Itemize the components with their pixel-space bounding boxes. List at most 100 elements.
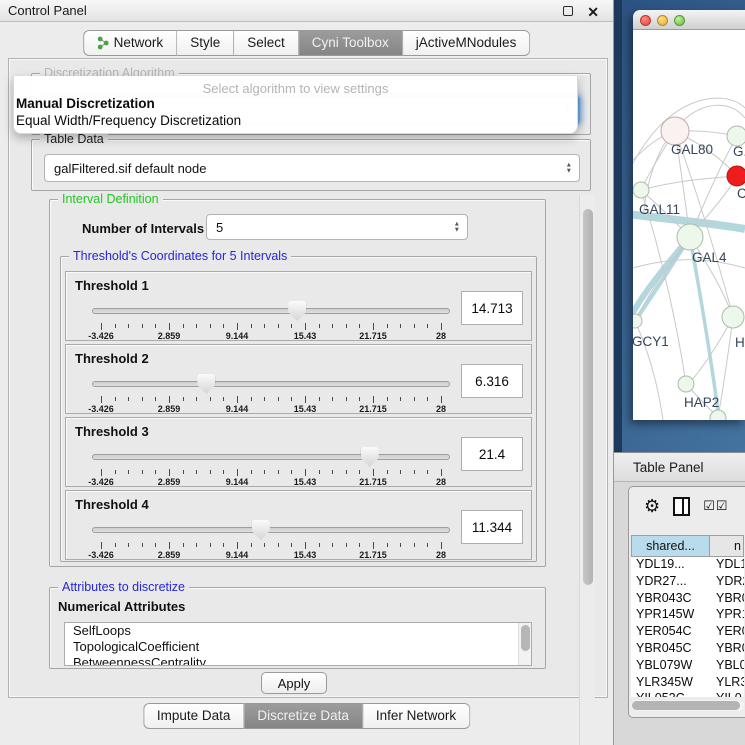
table-row[interactable]: YBR045CYBR0 (631, 641, 744, 658)
attribute-item[interactable]: BetweennessCentrality (65, 655, 531, 666)
slider-tick (115, 470, 116, 474)
column-header-name[interactable]: n (710, 535, 744, 557)
network-node[interactable] (727, 126, 745, 146)
slider-track[interactable] (92, 454, 450, 460)
slider-tick (237, 542, 238, 549)
float-window-icon[interactable] (563, 6, 573, 16)
zoom-traffic-light-icon[interactable] (674, 15, 685, 26)
threshold-value-field[interactable]: 21.4 (461, 437, 523, 471)
tab-impute-data[interactable]: Impute Data (143, 703, 245, 729)
slider-tick-label: 2.859 (147, 331, 191, 341)
tab-style[interactable]: Style (177, 30, 234, 56)
slider-tick (400, 543, 401, 547)
network-node[interactable] (678, 376, 694, 392)
network-node[interactable] (722, 306, 744, 328)
tab-network[interactable]: Network (83, 30, 178, 56)
slider-thumb[interactable] (361, 447, 379, 467)
tab-label: Network (114, 31, 164, 55)
slider-tick (196, 397, 197, 401)
minimize-traffic-light-icon[interactable] (657, 15, 668, 26)
slider-tick-label: 28 (419, 477, 463, 487)
slider-tick (169, 396, 170, 403)
slider-tick-label: 28 (419, 550, 463, 560)
table-row[interactable]: YIL052CYIL0 (631, 691, 744, 697)
panel-scrollbar-thumb[interactable] (583, 209, 593, 585)
attribute-item[interactable]: TopologicalCoefficient (65, 639, 531, 655)
table-data-combobox[interactable]: galFiltered.sif default node ▲▼ (44, 154, 580, 182)
table-header: shared... n (631, 535, 744, 557)
slider-tick (373, 323, 374, 330)
slider-tick (319, 397, 320, 401)
slider-tick (183, 543, 184, 547)
table-row[interactable]: YLR345WYLR3 (631, 675, 744, 692)
table-row[interactable]: YER054CYER0 (631, 624, 744, 641)
slider-tick (196, 470, 197, 474)
dropdown-item[interactable]: Equal Width/Frequency Discretization (14, 113, 577, 130)
slider-tick-label: 9.144 (215, 331, 259, 341)
slider-thumb[interactable] (197, 374, 215, 394)
slider-tick (210, 324, 211, 328)
attribute-items: SelfLoopsTopologicalCoefficientBetweenne… (65, 623, 531, 666)
attributes-scrollbar-thumb[interactable] (521, 625, 530, 651)
network-node[interactable] (633, 182, 649, 198)
threshold-slider[interactable]: -3.4262.8599.14415.4321.71528 (92, 519, 450, 559)
table-row[interactable]: YBL079WYBL0 (631, 658, 744, 675)
slider-tick (223, 397, 224, 401)
table-panel-area: ⚙ ☑☑ shared... n YDL19...YDL1YDR27...YDR… (614, 482, 745, 745)
cell-name: YDR2 (710, 574, 744, 591)
table-row[interactable]: YDR27...YDR2 (631, 574, 744, 591)
threshold-slider[interactable]: -3.4262.8599.14415.4321.71528 (92, 373, 450, 413)
slider-tick (115, 324, 116, 328)
network-node[interactable] (661, 117, 689, 145)
network-node[interactable] (727, 166, 745, 186)
slider-tick-label: 9.144 (215, 404, 259, 414)
tab-cyni-toolbox[interactable]: Cyni Toolbox (299, 30, 403, 56)
number-of-intervals-combobox[interactable]: 5 ▲▼ (206, 214, 468, 240)
tab-select[interactable]: Select (234, 30, 299, 56)
table-row[interactable]: YBR043CYBR0 (631, 591, 744, 608)
apply-button[interactable]: Apply (261, 672, 327, 694)
table-hscrollbar-thumb[interactable] (632, 701, 740, 710)
columns-icon[interactable] (673, 497, 690, 516)
threshold-panel: Threshold 4 -3.4262.8599.14415.4321.7152… (65, 490, 532, 560)
threshold-value-field[interactable]: 6.316 (461, 364, 523, 398)
numerical-attributes-list[interactable]: SelfLoopsTopologicalCoefficientBetweenne… (64, 622, 532, 666)
slider-track[interactable] (92, 308, 450, 314)
table-horizontal-scrollbar[interactable] (631, 700, 744, 711)
close-traffic-light-icon[interactable] (640, 15, 651, 26)
gear-icon[interactable]: ⚙ (644, 496, 660, 517)
table-row[interactable]: YDL19...YDL1 (631, 557, 744, 574)
network-node[interactable] (633, 314, 642, 328)
slider-tick-label: 21.715 (351, 550, 395, 560)
slider-tick (128, 543, 129, 547)
slider-thumb[interactable] (252, 520, 270, 540)
checkbox-icons[interactable]: ☑☑ (703, 499, 728, 514)
network-edge (633, 260, 745, 268)
tab-jactivemnodules[interactable]: jActiveMNodules (403, 30, 531, 56)
slider-thumb[interactable] (288, 301, 306, 321)
threshold-value-field[interactable]: 11.344 (461, 510, 523, 544)
panel-vertical-scrollbar[interactable] (579, 195, 595, 745)
tab-infer-network[interactable]: Infer Network (363, 703, 470, 729)
threshold-value-field[interactable]: 14.713 (461, 291, 523, 325)
dropdown-item[interactable]: Manual Discretization (14, 96, 577, 113)
table-panel-inner: ⚙ ☑☑ shared... n YDL19...YDL1YDR27...YDR… (628, 486, 745, 718)
attributes-group: Attributes to discretize Numerical Attri… (49, 587, 546, 669)
network-canvas[interactable]: GAL80G.CGAL11GAL4GCY1HHAP2 (633, 30, 745, 420)
attribute-item[interactable]: SelfLoops (65, 623, 531, 639)
slider-track[interactable] (92, 381, 450, 387)
attributes-scrollbar[interactable] (518, 623, 531, 665)
tab-discretize-data[interactable]: Discretize Data (244, 703, 363, 729)
slider-tick (169, 323, 170, 330)
slider-tick-label: 9.144 (215, 477, 259, 487)
cell-shared-name: YDL19... (631, 557, 710, 574)
slider-tick (319, 324, 320, 328)
table-row[interactable]: YPR145WYPR1 (631, 607, 744, 624)
network-node[interactable] (677, 224, 703, 250)
column-header-shared[interactable]: shared... (631, 535, 710, 557)
close-icon[interactable]: ✕ (587, 1, 599, 23)
slider-track[interactable] (92, 527, 450, 533)
threshold-slider[interactable]: -3.4262.8599.14415.4321.71528 (92, 300, 450, 340)
network-background-edge (614, 0, 622, 452)
threshold-slider[interactable]: -3.4262.8599.14415.4321.71528 (92, 446, 450, 486)
